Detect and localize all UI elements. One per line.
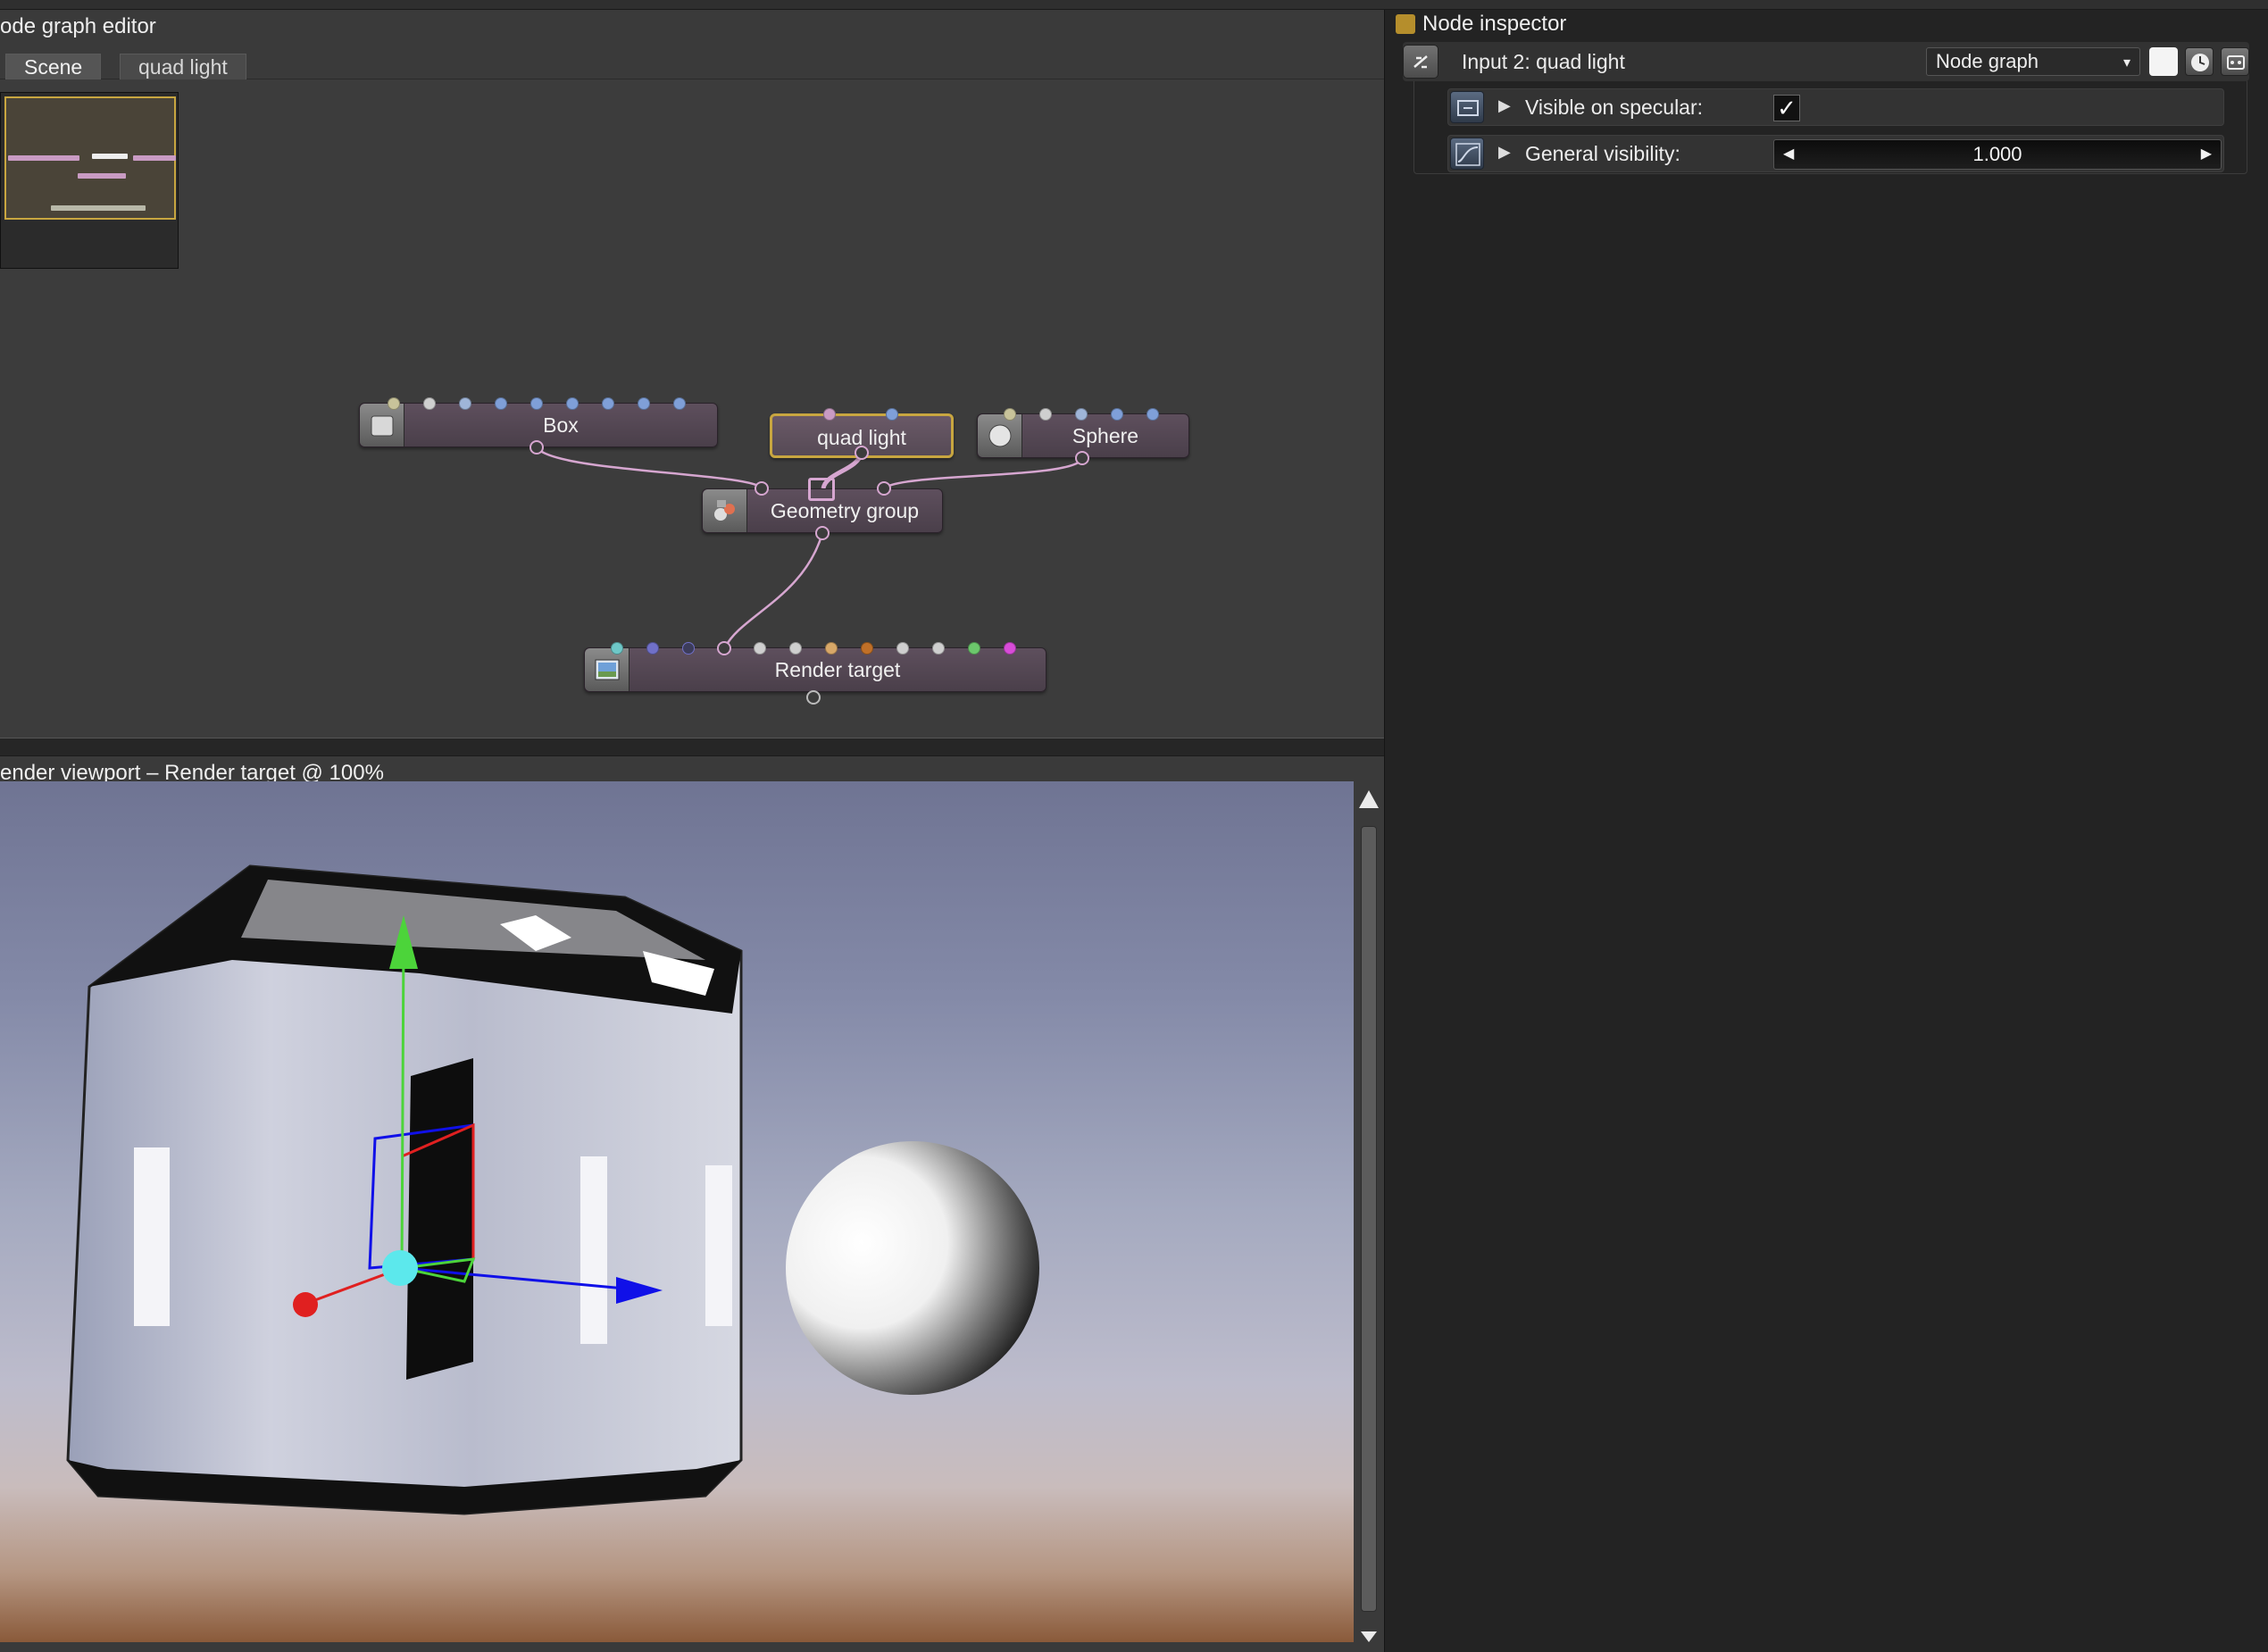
viewport-vertical-scrollbar[interactable] — [1354, 781, 1384, 1642]
node-geometry-group-label: Geometry group — [770, 499, 920, 522]
input-pin[interactable] — [886, 408, 898, 421]
node-inspector-title: Node inspector — [1422, 12, 1567, 36]
output-pin[interactable] — [855, 446, 869, 460]
clock-icon[interactable] — [2185, 47, 2214, 76]
input-pin[interactable] — [877, 481, 891, 496]
rendered-scene — [66, 864, 1039, 1515]
float-param-icon — [1450, 138, 1484, 170]
visible-on-specular-checkbox[interactable]: ✓ — [1773, 95, 1800, 121]
input-pin[interactable] — [1075, 408, 1088, 421]
top-strip — [0, 0, 2268, 10]
input-pin[interactable] — [789, 642, 802, 655]
bool-param-icon — [1450, 91, 1484, 123]
scroll-up-arrow-icon[interactable] — [1354, 787, 1384, 813]
input-pin[interactable] — [459, 397, 471, 410]
input-pin[interactable] — [825, 642, 838, 655]
inspector-input-header: Input 2: quad light Node graph ▾ — [1403, 42, 2249, 81]
input-pin[interactable] — [682, 642, 695, 655]
param-label: Visible on specular: — [1525, 96, 1704, 119]
input-pin[interactable] — [423, 397, 436, 410]
node-graph-canvas[interactable]: Box quad light Sphere Geometry group Ren… — [0, 79, 1384, 738]
sphere-object — [786, 1141, 1039, 1395]
input-pin[interactable] — [646, 642, 659, 655]
render-viewport[interactable] — [0, 781, 1354, 1642]
node-render-target-label: Render target — [774, 658, 901, 681]
input-label: Input 2: quad light — [1462, 50, 1625, 73]
input-pin[interactable] — [673, 397, 686, 410]
input-pin[interactable] — [755, 481, 769, 496]
input-pin[interactable] — [611, 642, 623, 655]
param-row-general-visibility: ▶ General visibility: ◀ 1.000 ▶ — [1447, 135, 2224, 172]
output-pin[interactable] — [529, 440, 544, 455]
decrement-arrow-icon[interactable]: ◀ — [1783, 140, 1794, 169]
general-visibility-value[interactable]: 1.000 — [1972, 143, 2022, 165]
scroll-down-arrow-icon[interactable] — [1354, 1630, 1384, 1648]
input-pin[interactable] — [968, 642, 980, 655]
scrollbar-thumb[interactable] — [1361, 826, 1377, 1612]
input-pin[interactable] — [388, 397, 400, 410]
input-pin[interactable] — [1004, 408, 1016, 421]
input-pin[interactable] — [638, 397, 650, 410]
input-pin[interactable] — [1111, 408, 1123, 421]
node-inspector-header: Node inspector — [1396, 10, 1566, 38]
input-pin[interactable] — [1039, 408, 1052, 421]
input-pin[interactable] — [861, 642, 873, 655]
panel-color-icon — [1396, 14, 1415, 34]
param-row-visible-on-specular: ▶ Visible on specular: ✓ — [1447, 88, 2224, 126]
input-pin[interactable] — [602, 397, 614, 410]
input-pin[interactable] — [566, 397, 579, 410]
expand-triangle-icon[interactable]: ▶ — [1498, 96, 1511, 115]
input-pin[interactable] — [896, 642, 909, 655]
options-icon[interactable] — [2221, 47, 2249, 76]
chevron-down-icon: ▾ — [2122, 55, 2130, 71]
panel-splitter[interactable] — [0, 738, 1384, 756]
tab-scene[interactable]: Scene — [5, 54, 102, 80]
input-pin[interactable] — [717, 641, 731, 655]
node-box-label: Box — [543, 413, 579, 437]
selected-input-pin[interactable] — [808, 478, 835, 501]
node-sphere-label: Sphere — [1071, 424, 1139, 447]
box-icon — [360, 404, 404, 446]
input-pin[interactable] — [1004, 642, 1016, 655]
image-icon — [585, 648, 630, 691]
color-swatch-button[interactable] — [2149, 47, 2178, 76]
node-inspector-panel: Node inspector Input 2: quad light Node … — [1384, 10, 2268, 1652]
input-pin[interactable] — [530, 397, 543, 410]
input-pin[interactable] — [754, 642, 766, 655]
expand-triangle-icon[interactable]: ▶ — [1498, 143, 1511, 162]
sphere-icon — [978, 414, 1022, 457]
output-pin[interactable] — [806, 690, 821, 705]
output-pin[interactable] — [815, 526, 830, 540]
increment-arrow-icon[interactable]: ▶ — [2201, 140, 2212, 169]
mode-dropdown[interactable]: Node graph ▾ — [1926, 47, 2140, 76]
general-visibility-slider[interactable]: ◀ 1.000 ▶ — [1773, 139, 2222, 170]
param-label: General visibility: — [1525, 142, 1680, 165]
input-pin[interactable] — [495, 397, 507, 410]
output-pin[interactable] — [1075, 451, 1089, 465]
input-pin[interactable] — [1147, 408, 1159, 421]
input-pin[interactable] — [932, 642, 945, 655]
graph-tabs: Scene quad light — [0, 43, 1384, 80]
mode-dropdown-value: Node graph — [1936, 50, 2039, 72]
link-icon[interactable] — [1403, 45, 1438, 79]
tab-quad-light[interactable]: quad light — [120, 54, 246, 80]
node-graph-editor-title: ode graph editor — [0, 10, 156, 43]
geometry-group-icon — [703, 489, 747, 532]
input-pin[interactable] — [823, 408, 836, 421]
